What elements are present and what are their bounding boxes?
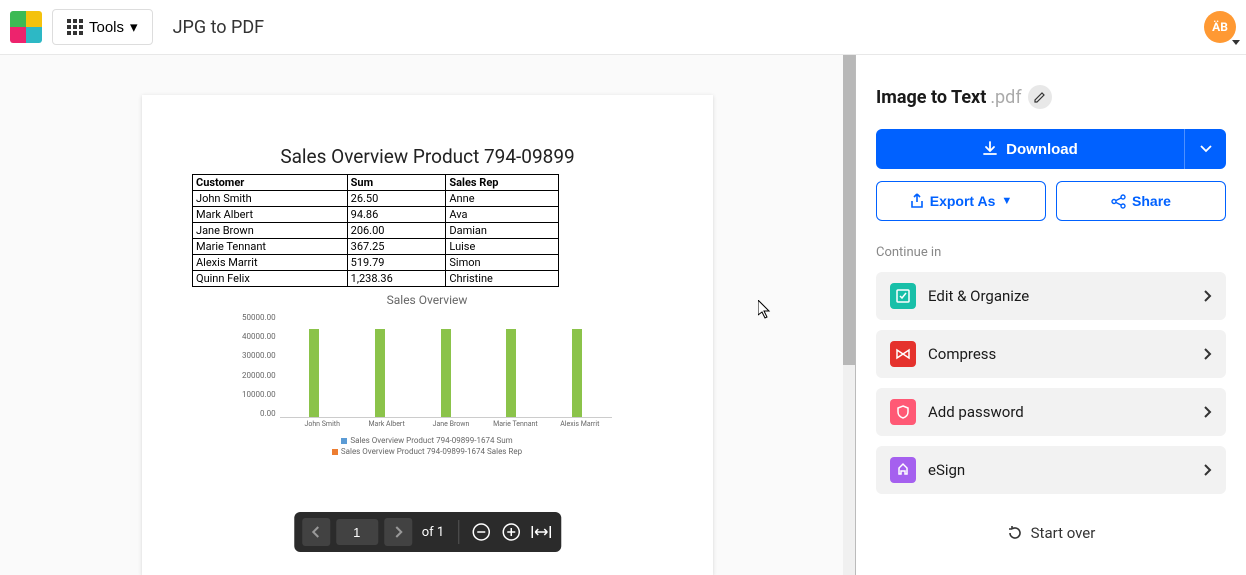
download-label: Download (1006, 141, 1078, 158)
share-icon (1111, 194, 1126, 209)
table-cell: Christine (446, 271, 559, 287)
chart-title: Sales Overview (242, 293, 612, 307)
table-cell: John Smith (193, 191, 348, 207)
feature-icon (890, 283, 916, 309)
next-page-button[interactable] (384, 518, 412, 546)
feature-icon (890, 457, 916, 483)
export-as-button[interactable]: Export As ▼ (876, 181, 1046, 221)
page-controls: of 1 (294, 512, 561, 552)
continue-item-compress[interactable]: Compress (876, 330, 1226, 378)
table-cell: Alexis Marrit (193, 255, 348, 271)
chart: Sales Overview 50000.0040000.0030000.002… (242, 293, 612, 456)
app-logo[interactable] (10, 11, 42, 43)
chevron-right-icon (1204, 345, 1212, 364)
continue-item-label: Add password (928, 403, 1192, 421)
table-cell: 519.79 (347, 255, 446, 271)
chart-bar (375, 329, 385, 417)
table-cell: 26.50 (347, 191, 446, 207)
tools-menu-button[interactable]: Tools ▾ (52, 9, 153, 45)
continue-item-esign[interactable]: eSign (876, 446, 1226, 494)
table-row: Quinn Felix1,238.36Christine (193, 271, 559, 287)
download-options-button[interactable] (1184, 129, 1226, 169)
table-cell: Jane Brown (193, 223, 348, 239)
caret-down-icon: ▾ (130, 18, 138, 36)
table-cell: 206.00 (347, 223, 446, 239)
table-cell: Quinn Felix (193, 271, 348, 287)
table-cell: Anne (446, 191, 559, 207)
table-cell: 1,238.36 (347, 271, 446, 287)
table-cell: 367.25 (347, 239, 446, 255)
continue-item-label: Compress (928, 345, 1192, 363)
export-as-label: Export As (930, 193, 996, 209)
document-page: Sales Overview Product 794-09899 Custome… (142, 95, 713, 575)
caret-down-icon: ▼ (1001, 195, 1012, 207)
table-cell: Damian (446, 223, 559, 239)
page-number-input[interactable] (336, 519, 378, 545)
sidebar: Image to Text .pdf Download Export As ▼ (856, 55, 1246, 575)
chart-bar (309, 329, 319, 417)
document-title: Sales Overview Product 794-09899 (192, 145, 663, 168)
download-icon (982, 141, 998, 157)
start-over-button[interactable]: Start over (876, 524, 1226, 542)
table-header: Customer (193, 175, 348, 191)
export-icon (910, 193, 924, 209)
table-cell: 94.86 (347, 207, 446, 223)
sales-table: CustomerSumSales Rep John Smith26.50Anne… (192, 174, 559, 287)
avatar-initials: ÄB (1212, 20, 1228, 34)
table-cell: Mark Albert (193, 207, 348, 223)
table-cell: Ava (446, 207, 559, 223)
table-cell: Marie Tennant (193, 239, 348, 255)
scrollbar[interactable] (843, 55, 855, 575)
edit-filename-button[interactable] (1028, 85, 1052, 109)
legend-item: Sales Overview Product 794-09899-1674 Sa… (242, 447, 612, 456)
table-row: Mark Albert94.86Ava (193, 207, 559, 223)
apps-grid-icon (67, 19, 83, 35)
feature-icon (890, 399, 916, 425)
chevron-right-icon (1204, 403, 1212, 422)
chevron-down-icon (1200, 145, 1212, 153)
page-title: JPG to PDF (173, 17, 265, 38)
file-name: Image to Text (876, 87, 986, 108)
chart-bar (572, 329, 582, 417)
chevron-right-icon (1204, 287, 1212, 306)
table-row: Jane Brown206.00Damian (193, 223, 559, 239)
download-button[interactable]: Download (876, 129, 1184, 169)
start-over-label: Start over (1031, 524, 1096, 542)
continue-item-label: Edit & Organize (928, 287, 1192, 305)
continue-in-label: Continue in (876, 245, 1226, 260)
chart-x-axis: John SmithMark AlbertJane BrownMarie Ten… (290, 420, 612, 428)
table-header: Sales Rep (446, 175, 559, 191)
table-header: Sum (347, 175, 446, 191)
restart-icon (1007, 525, 1023, 541)
avatar[interactable]: ÄB (1204, 11, 1236, 43)
share-label: Share (1132, 193, 1171, 209)
page-total-label: of 1 (422, 525, 444, 540)
continue-item-label: eSign (928, 461, 1192, 479)
continue-item-edit-organize[interactable]: Edit & Organize (876, 272, 1226, 320)
chart-legend: Sales Overview Product 794-09899-1674 Su… (242, 436, 612, 456)
caret-down-icon (1232, 40, 1240, 45)
table-row: Alexis Marrit519.79Simon (193, 255, 559, 271)
share-button[interactable]: Share (1056, 181, 1226, 221)
prev-page-button[interactable] (302, 518, 330, 546)
table-cell: Simon (446, 255, 559, 271)
chart-plot-area (280, 313, 612, 418)
continue-item-add-password[interactable]: Add password (876, 388, 1226, 436)
preview-area: Sales Overview Product 794-09899 Custome… (0, 55, 856, 575)
zoom-in-button[interactable] (499, 520, 523, 544)
legend-item: Sales Overview Product 794-09899-1674 Su… (242, 436, 612, 445)
table-cell: Luise (446, 239, 559, 255)
tools-label: Tools (89, 19, 124, 36)
table-row: Marie Tennant367.25Luise (193, 239, 559, 255)
cursor-icon (758, 300, 774, 325)
chevron-right-icon (1204, 461, 1212, 480)
feature-icon (890, 341, 916, 367)
table-row: John Smith26.50Anne (193, 191, 559, 207)
fit-width-button[interactable] (529, 520, 553, 544)
chart-bar (506, 329, 516, 417)
file-extension: .pdf (990, 87, 1021, 108)
zoom-out-button[interactable] (469, 520, 493, 544)
chart-y-axis: 50000.0040000.0030000.0020000.0010000.00… (242, 313, 280, 418)
chart-bar (441, 329, 451, 417)
